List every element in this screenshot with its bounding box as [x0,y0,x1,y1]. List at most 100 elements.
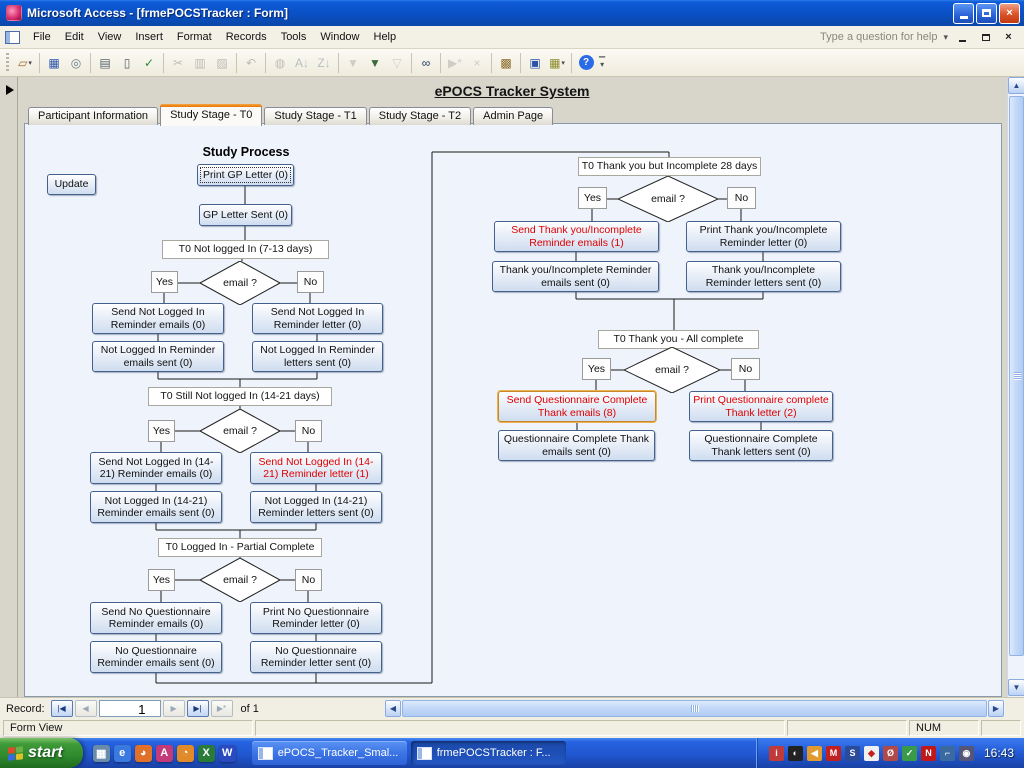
help-dropdown-icon[interactable]: ▾ [943,32,948,43]
power-meter-icon[interactable]: ◐ [788,746,803,761]
insert-hyperlink-icon: ◍ [269,52,291,74]
filter-by-form-icon[interactable]: ▼ [364,52,386,74]
messenger-icon[interactable]: i [769,746,784,761]
record-selector-bar[interactable] [0,77,18,697]
firefox-icon[interactable]: ◕ [135,745,152,762]
last-record-icon[interactable]: ▶| [187,700,209,717]
flow-not-logged-reminder-letters-sent[interactable]: Not Logged In Reminder letters sent (0) [252,341,383,372]
restore-button[interactable] [976,3,997,24]
flow-yes-5: Yes [582,358,611,380]
scroll-up-icon[interactable]: ▲ [1008,77,1024,94]
print-preview-icon[interactable]: ▯ [116,52,138,74]
flow-print-no-questionnaire-letter[interactable]: Print No Questionnaire Reminder letter (… [250,602,382,634]
help-question-input[interactable]: Type a question for help [820,31,937,43]
flow-no-questionnaire-letter-sent[interactable]: No Questionnaire Reminder letter sent (0… [250,641,382,673]
mdi-minimize-button[interactable] [954,30,971,45]
file-search-icon[interactable]: ◎ [65,52,87,74]
properties-icon[interactable]: ▩ [495,52,517,74]
taskbar-task-1[interactable]: ePOCS_Tracker_Smal... [252,741,407,765]
menu-file[interactable]: File [26,28,58,46]
scroll-down-icon[interactable]: ▼ [1008,679,1024,696]
toolbar-options-icon[interactable]: ▔▾ [599,60,605,66]
vertical-scroll-thumb[interactable] [1009,96,1024,656]
new-record-nav-icon[interactable]: ▶* [211,700,233,717]
flow-send-not-logged-reminder-emails[interactable]: Send Not Logged In Reminder emails (0) [92,303,224,334]
flow-send-questionnaire-complete-emails[interactable]: Send Questionnaire Complete Thank emails… [498,391,656,422]
virusscan-icon[interactable]: ◆ [864,746,879,761]
flow-send-not-logged-1421-emails[interactable]: Send Not Logged In (14-21) Reminder emai… [90,452,222,484]
word-icon[interactable]: W [219,745,236,762]
mcafee-shield-icon[interactable]: M [826,746,841,761]
excel-icon[interactable]: X [198,745,215,762]
new-object-icon[interactable]: ▦▾ [546,52,568,74]
flow-update[interactable]: Update [47,174,96,195]
vertical-scrollbar[interactable]: ▲ ▼ [1007,77,1024,697]
menu-tools[interactable]: Tools [274,28,314,46]
flow-email-5: email ? [624,347,720,393]
mdi-close-button[interactable]: × [1000,30,1017,45]
previous-record-icon[interactable]: ◀ [75,700,97,717]
print-icon[interactable]: ▤ [94,52,116,74]
find-icon[interactable]: ∞ [415,52,437,74]
flow-print-gp-letter[interactable]: Print GP Letter (0) [197,164,294,186]
first-record-icon[interactable]: |◀ [51,700,73,717]
access-icon[interactable]: A [156,745,173,762]
menu-format[interactable]: Format [170,28,219,46]
update-status-icon[interactable]: ✓ [902,746,917,761]
tab-participant-information[interactable]: Participant Information [28,107,158,125]
flow-no-questionnaire-emails-sent[interactable]: No Questionnaire Reminder emails sent (0… [90,641,222,673]
tab-study-stage-t0[interactable]: Study Stage - T0 [160,104,262,126]
tab-admin-page[interactable]: Admin Page [473,107,553,125]
mdi-restore-button[interactable] [977,30,994,45]
menu-window[interactable]: Window [313,28,366,46]
record-number-input[interactable] [99,700,161,717]
netware-icon[interactable]: N [921,746,936,761]
tab-study-stage-t2[interactable]: Study Stage - T2 [369,107,471,125]
flow-send-not-logged-1421-letter[interactable]: Send Not Logged In (14-21) Reminder lett… [250,452,382,484]
firewall-shield-icon[interactable]: S [845,746,860,761]
flow-thankyou-incomplete-letters-sent[interactable]: Thank you/Incomplete Reminder letters se… [686,261,841,292]
menu-edit[interactable]: Edit [58,28,91,46]
flow-print-thankyou-incomplete-letter[interactable]: Print Thank you/Incomplete Reminder lett… [686,221,841,252]
network-connection-icon[interactable]: ⌐ [940,746,955,761]
scroll-right-icon[interactable]: ▶ [988,700,1004,717]
flow-questionnaire-complete-emails-sent[interactable]: Questionnaire Complete Thank emails sent… [498,430,655,461]
flow-send-thankyou-incomplete-emails[interactable]: Send Thank you/Incomplete Reminder email… [494,221,659,252]
save-icon[interactable]: ▦ [43,52,65,74]
display-settings-icon[interactable]: ◉ [959,746,974,761]
spelling-icon[interactable]: ✓ [138,52,160,74]
menu-records[interactable]: Records [219,28,274,46]
start-button[interactable]: start [0,738,83,768]
access-app-icon[interactable] [6,5,22,21]
help-icon[interactable]: ? [575,52,597,74]
horizontal-scroll-thumb[interactable] [402,700,987,717]
menu-help[interactable]: Help [367,28,404,46]
flow-send-not-logged-reminder-letter[interactable]: Send Not Logged In Reminder letter (0) [252,303,383,334]
flow-send-no-questionnaire-emails[interactable]: Send No Questionnaire Reminder emails (0… [90,602,222,634]
flow-questionnaire-complete-letters-sent[interactable]: Questionnaire Complete Thank letters sen… [689,430,833,461]
scroll-left-icon[interactable]: ◀ [385,700,401,717]
tab-study-stage-t1[interactable]: Study Stage - T1 [264,107,366,125]
scan-disabled-icon[interactable]: Ø [883,746,898,761]
view-icon[interactable]: ▱▾ [14,52,36,74]
horizontal-scrollbar[interactable]: ◀ ▶ [385,700,1005,717]
show-desktop-icon[interactable]: ▦ [93,745,110,762]
flow-not-logged-1421-emails-sent[interactable]: Not Logged In (14-21) Reminder emails se… [90,491,222,523]
internet-explorer-icon[interactable]: e [114,745,131,762]
close-button[interactable]: × [999,3,1020,24]
flow-print-questionnaire-complete-letter[interactable]: Print Questionnaire complete Thank lette… [689,391,833,422]
clock-app-icon[interactable]: ◔ [177,745,194,762]
flow-not-logged-reminder-emails-sent[interactable]: Not Logged In Reminder emails sent (0) [92,341,224,372]
flow-not-logged-1421-letters-sent[interactable]: Not Logged In (14-21) Reminder letters s… [250,491,382,523]
next-record-icon[interactable]: ▶ [163,700,185,717]
toolbar-grip[interactable] [6,53,9,73]
minimize-button[interactable] [953,3,974,24]
menu-view[interactable]: View [91,28,129,46]
database-window-icon[interactable]: ▣ [524,52,546,74]
form-system-icon[interactable] [5,31,20,44]
volume-icon[interactable]: ◀ [807,746,822,761]
flow-thankyou-incomplete-emails-sent[interactable]: Thank you/Incomplete Reminder emails sen… [492,261,659,292]
menu-insert[interactable]: Insert [128,28,170,46]
flow-gp-letter-sent[interactable]: GP Letter Sent (0) [199,204,292,226]
taskbar-task-2[interactable]: frmePOCSTracker : F... [411,741,566,765]
